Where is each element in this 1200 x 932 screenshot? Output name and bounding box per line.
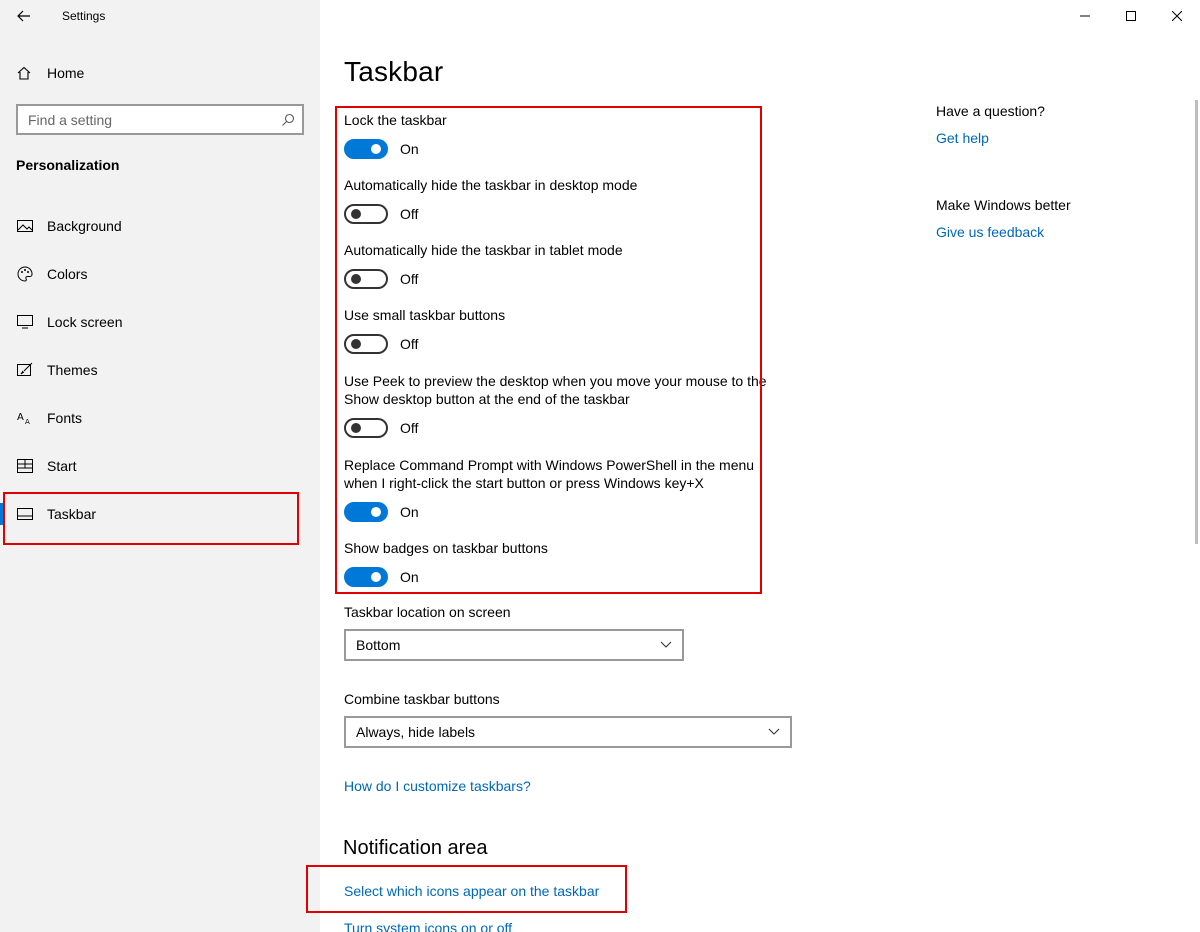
back-arrow-icon — [17, 10, 30, 22]
monitor-icon — [16, 313, 34, 331]
setting-powershell: Replace Command Prompt with Windows Powe… — [344, 456, 754, 522]
home-label: Home — [47, 65, 85, 81]
help-question-text: Have a question? — [936, 103, 1045, 119]
font-icon: AA — [16, 409, 34, 427]
sidebar-item-label: Taskbar — [47, 506, 97, 522]
autohide-desktop-toggle[interactable] — [344, 204, 388, 224]
taskbar-icon — [16, 505, 34, 523]
peek-toggle[interactable] — [344, 418, 388, 438]
select-icons-link[interactable]: Select which icons appear on the taskbar — [344, 883, 599, 899]
brush-icon — [16, 361, 34, 379]
toggle-state: Off — [400, 420, 419, 436]
setting-label: Automatically hide the taskbar in tablet… — [344, 242, 623, 258]
toggle-state: Off — [400, 336, 419, 352]
setting-small-buttons: Use small taskbar buttons Off — [344, 306, 505, 354]
maximize-icon — [1126, 11, 1136, 21]
setting-label-line2: when I right-click the start button or p… — [344, 475, 704, 491]
setting-label: Automatically hide the taskbar in deskto… — [344, 177, 638, 193]
setting-autohide-tablet: Automatically hide the taskbar in tablet… — [344, 241, 623, 289]
back-button[interactable] — [12, 5, 36, 27]
chevron-down-icon — [660, 641, 672, 648]
maximize-button[interactable] — [1108, 0, 1154, 32]
setting-label-line1: Use Peek to preview the desktop when you… — [344, 373, 767, 389]
close-icon — [1172, 11, 1182, 21]
home-nav-item[interactable]: Home — [16, 62, 84, 84]
search-icon[interactable] — [274, 113, 302, 127]
sidebar-item-label: Lock screen — [47, 314, 123, 330]
search-box[interactable] — [16, 104, 304, 135]
setting-lock-taskbar: Lock the taskbar On — [344, 111, 447, 159]
location-label: Taskbar location on screen — [344, 604, 511, 620]
toggle-state: On — [400, 504, 419, 520]
sidebar-item-start[interactable]: Start — [0, 442, 320, 490]
sidebar-item-colors[interactable]: Colors — [0, 250, 320, 298]
section-heading: Personalization — [16, 157, 120, 173]
svg-text:A: A — [17, 412, 24, 423]
notification-area-heading: Notification area — [343, 837, 488, 859]
search-input[interactable] — [18, 106, 274, 133]
sidebar: Settings Home Personalization Background… — [0, 0, 320, 932]
window-controls — [1062, 0, 1200, 32]
app-title: Settings — [62, 9, 106, 23]
setting-badges: Show badges on taskbar buttons On — [344, 539, 548, 587]
combine-value: Always, hide labels — [356, 724, 476, 740]
setting-peek: Use Peek to preview the desktop when you… — [344, 372, 767, 438]
close-button[interactable] — [1154, 0, 1200, 32]
setting-autohide-desktop: Automatically hide the taskbar in deskto… — [344, 176, 637, 224]
toggle-state: On — [400, 141, 419, 157]
customize-taskbars-link[interactable]: How do I customize taskbars? — [344, 778, 531, 794]
combine-dropdown[interactable]: Always, hide labels — [344, 716, 792, 748]
sidebar-item-fonts[interactable]: AA Fonts — [0, 394, 320, 442]
toggle-state: On — [400, 569, 419, 585]
setting-label-line2: Show desktop button at the end of the ta… — [344, 391, 630, 407]
scrollbar[interactable] — [1195, 100, 1198, 544]
home-icon — [16, 65, 32, 81]
combine-label: Combine taskbar buttons — [344, 691, 500, 707]
toggle-state: Off — [400, 206, 419, 222]
sidebar-item-lock-screen[interactable]: Lock screen — [0, 298, 320, 346]
lock-taskbar-toggle[interactable] — [344, 139, 388, 159]
location-dropdown[interactable]: Bottom — [344, 629, 684, 661]
sidebar-item-label: Start — [47, 458, 77, 474]
setting-label: Use small taskbar buttons — [344, 307, 506, 323]
sidebar-item-themes[interactable]: Themes — [0, 346, 320, 394]
get-help-link[interactable]: Get help — [936, 130, 989, 146]
location-value: Bottom — [356, 637, 401, 653]
start-grid-icon — [16, 457, 34, 475]
svg-text:A: A — [25, 418, 30, 426]
small-buttons-toggle[interactable] — [344, 334, 388, 354]
sidebar-item-label: Fonts — [47, 410, 83, 426]
sidebar-item-label: Background — [47, 218, 122, 234]
sidebar-item-background[interactable]: Background — [0, 202, 320, 250]
chevron-down-icon — [768, 728, 780, 735]
system-icons-link[interactable]: Turn system icons on or off — [344, 920, 512, 932]
improve-text: Make Windows better — [936, 197, 1071, 213]
sidebar-nav: Background Colors Lock screen Themes AA … — [0, 202, 320, 538]
toggle-state: Off — [400, 271, 419, 287]
minimize-icon — [1080, 15, 1090, 17]
sidebar-item-taskbar[interactable]: Taskbar — [0, 490, 320, 538]
setting-label: Show badges on taskbar buttons — [344, 540, 548, 556]
setting-label: Lock the taskbar — [344, 112, 447, 128]
badges-toggle[interactable] — [344, 567, 388, 587]
page-title: Taskbar — [344, 56, 444, 87]
help-question: Have a question? — [936, 103, 1045, 119]
autohide-tablet-toggle[interactable] — [344, 269, 388, 289]
palette-icon — [16, 265, 34, 283]
sidebar-item-label: Themes — [47, 362, 98, 378]
setting-label-line1: Replace Command Prompt with Windows Powe… — [344, 457, 755, 473]
picture-icon — [16, 217, 34, 235]
minimize-button[interactable] — [1062, 0, 1108, 32]
feedback-link[interactable]: Give us feedback — [936, 224, 1044, 240]
improve-heading: Make Windows better — [936, 197, 1071, 213]
sidebar-item-label: Colors — [47, 266, 88, 282]
powershell-toggle[interactable] — [344, 502, 388, 522]
